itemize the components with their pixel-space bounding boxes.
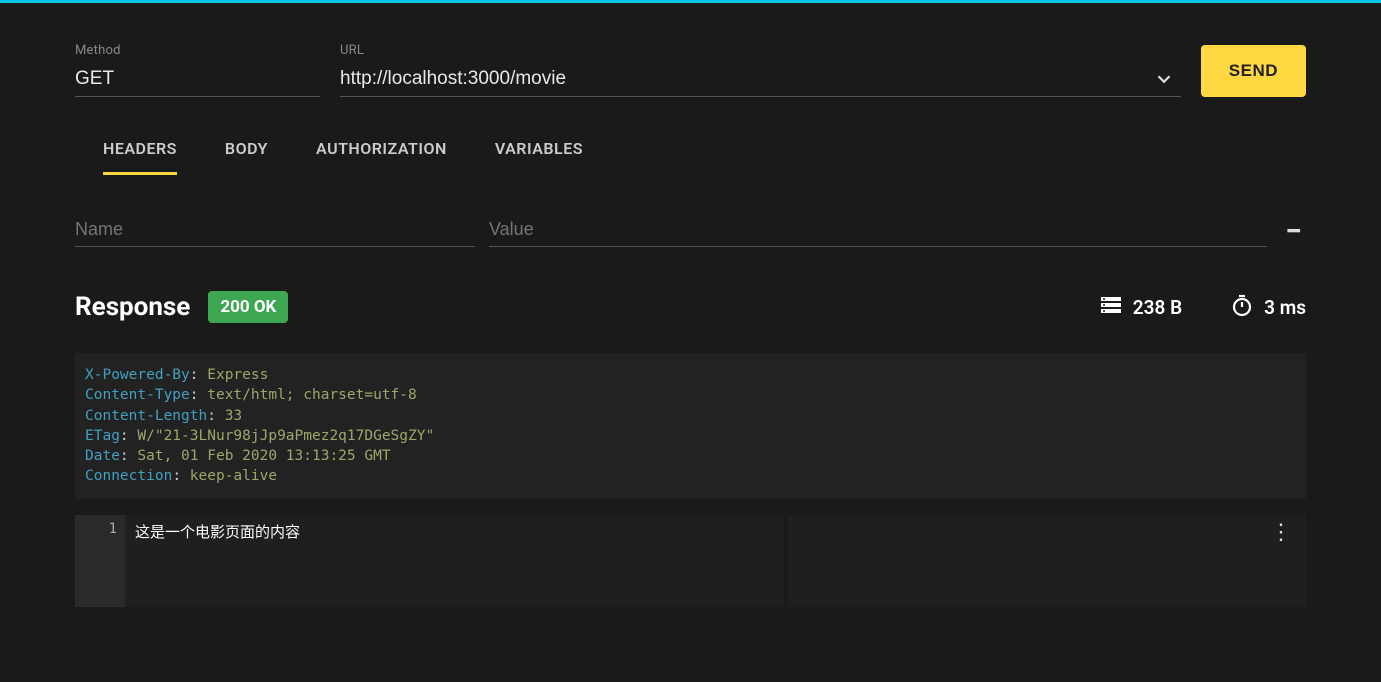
editor-right-pane[interactable]: ⋮ xyxy=(788,515,1306,607)
response-size: 238 B xyxy=(1099,293,1182,322)
header-form-row: − xyxy=(75,213,1306,247)
tab-variables[interactable]: VARIABLES xyxy=(495,139,583,175)
response-time: 3 ms xyxy=(1230,293,1306,322)
response-header-line: Date: Sat, 01 Feb 2020 13:13:25 GMT xyxy=(85,446,1296,466)
response-summary: Response 200 OK 238 B 3 ms xyxy=(75,291,1306,323)
method-label: Method xyxy=(75,43,320,58)
response-size-value: 238 B xyxy=(1133,296,1182,319)
main-container: Method URL SEND HEADERS BODY AUTHORIZATI… xyxy=(0,3,1381,607)
response-body-editor: 1 这是一个电影页面的内容 ⋮ xyxy=(75,515,1306,607)
header-value-input[interactable] xyxy=(489,213,1267,247)
method-field: Method xyxy=(75,43,320,97)
tab-authorization[interactable]: AUTHORIZATION xyxy=(316,139,447,175)
storage-icon xyxy=(1099,293,1123,322)
status-badge: 200 OK xyxy=(208,291,288,323)
response-header-line: Content-Length: 33 xyxy=(85,406,1296,426)
response-body-text: 这是一个电影页面的内容 xyxy=(135,523,300,541)
timer-icon xyxy=(1230,293,1254,322)
request-row: Method URL SEND xyxy=(75,43,1306,97)
response-title: Response xyxy=(75,292,190,322)
send-button[interactable]: SEND xyxy=(1201,45,1306,97)
header-name-input[interactable] xyxy=(75,213,475,247)
response-time-value: 3 ms xyxy=(1264,296,1306,319)
tab-headers[interactable]: HEADERS xyxy=(103,139,177,175)
response-header-line: ETag: W/"21-3LNur98jJp9aPmez2q17DGeSgZY" xyxy=(85,426,1296,446)
url-label: URL xyxy=(340,43,1181,58)
remove-header-icon[interactable]: − xyxy=(1281,217,1306,247)
url-input[interactable] xyxy=(340,64,1181,97)
response-headers-box: X-Powered-By: ExpressContent-Type: text/… xyxy=(75,353,1306,499)
response-header-line: Content-Type: text/html; charset=utf-8 xyxy=(85,385,1296,405)
line-number: 1 xyxy=(75,521,117,537)
chevron-down-icon[interactable] xyxy=(1153,68,1175,94)
editor-gutter: 1 xyxy=(75,515,125,607)
method-input[interactable] xyxy=(75,64,320,97)
response-header-line: X-Powered-By: Express xyxy=(85,365,1296,385)
request-tabs: HEADERS BODY AUTHORIZATION VARIABLES xyxy=(75,139,1306,175)
response-header-line: Connection: keep-alive xyxy=(85,466,1296,486)
url-field: URL xyxy=(340,43,1181,97)
editor-left-pane[interactable]: 这是一个电影页面的内容 xyxy=(125,515,788,607)
tab-body[interactable]: BODY xyxy=(225,139,268,175)
more-icon[interactable]: ⋮ xyxy=(1270,527,1292,538)
